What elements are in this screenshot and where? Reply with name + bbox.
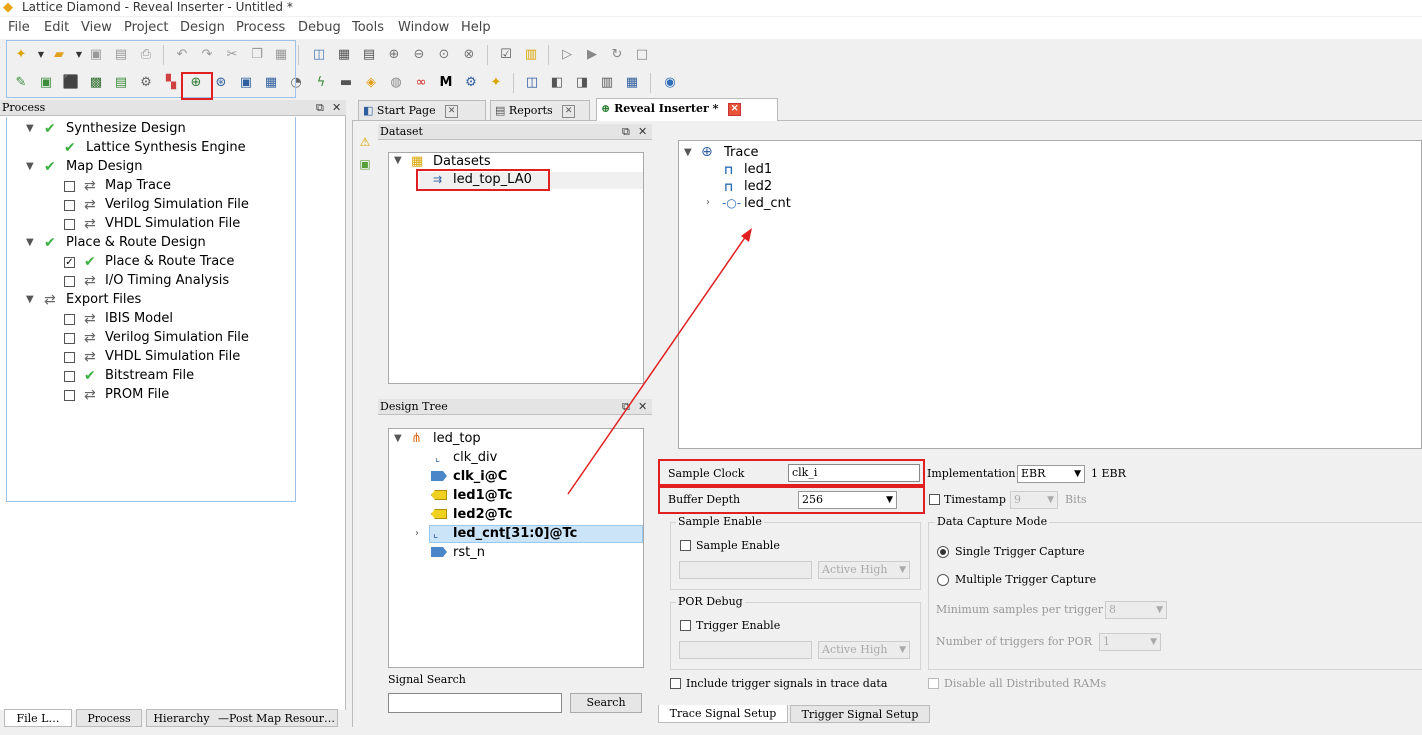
annotation-arrow	[567, 228, 752, 495]
